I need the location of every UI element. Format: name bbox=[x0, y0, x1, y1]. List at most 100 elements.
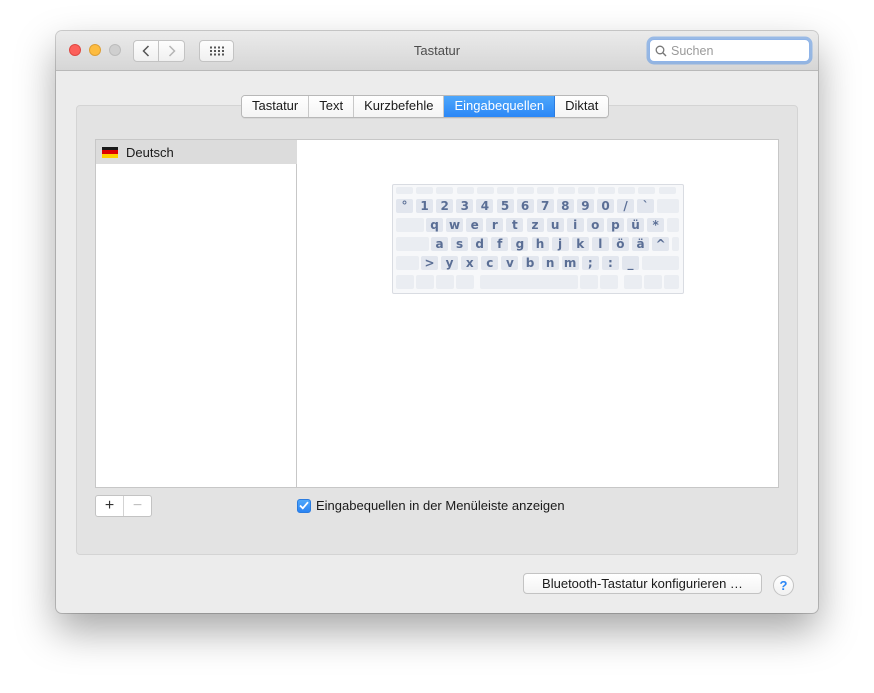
keyboard-key: / bbox=[617, 199, 635, 213]
keyboard-key: t bbox=[506, 218, 524, 232]
keyboard-key: b bbox=[521, 256, 539, 270]
help-button[interactable]: ? bbox=[773, 575, 794, 596]
function-key bbox=[658, 187, 676, 194]
keyboard-key: c bbox=[481, 256, 499, 270]
keyboard-key: d bbox=[471, 237, 489, 251]
keyboard-key-blank bbox=[456, 275, 474, 289]
keyboard-key: y bbox=[441, 256, 459, 270]
keyboard-key: m bbox=[561, 256, 579, 270]
checkmark-icon bbox=[299, 501, 309, 510]
keyboard-layout-preview: ° 1 2 3 4 5 6 7 8 9 0/` q w e r t z u i o p ü * a s d f g h j k l ö ä ^ > y x… bbox=[392, 184, 684, 294]
keyboard-key: s bbox=[451, 237, 469, 251]
keyboard-key: > bbox=[421, 256, 438, 270]
keyboard-preferences-window: Tastatur Tastatur Text Kurzbefehle Einga… bbox=[56, 31, 818, 613]
keyboard-key: 4 bbox=[476, 199, 494, 213]
keyboard-preview-panel: ° 1 2 3 4 5 6 7 8 9 0/` q w e r t z u i o p ü * a s d f g h j k l ö ä ^ > y x… bbox=[297, 139, 779, 488]
keyboard-key: ° bbox=[396, 199, 413, 213]
keyboard-key: v bbox=[501, 256, 519, 270]
search-icon bbox=[655, 45, 667, 56]
remove-source-button[interactable]: − bbox=[123, 496, 151, 516]
keyboard-key: 0 bbox=[597, 199, 614, 213]
add-remove-control: + − bbox=[95, 495, 152, 517]
keyboard-key: g bbox=[511, 237, 529, 251]
function-key bbox=[497, 187, 514, 194]
input-sources-list[interactable]: Deutsch bbox=[95, 139, 297, 488]
search-field[interactable] bbox=[649, 39, 810, 62]
keyboard-key: k bbox=[571, 237, 589, 251]
keyboard-key: 6 bbox=[516, 199, 534, 213]
tab-text[interactable]: Text bbox=[309, 96, 355, 117]
add-source-button[interactable]: + bbox=[96, 496, 123, 516]
function-key bbox=[396, 187, 413, 194]
list-item[interactable]: Deutsch bbox=[96, 140, 297, 164]
keyboard-key: _ bbox=[622, 256, 639, 270]
keyboard-key: 7 bbox=[536, 199, 554, 213]
keyboard-key: ^ bbox=[652, 237, 670, 251]
keyboard-key: ä bbox=[632, 237, 649, 251]
keyboard-key: l bbox=[591, 237, 609, 251]
function-key bbox=[517, 187, 535, 194]
search-input[interactable] bbox=[671, 43, 801, 58]
keyboard-key-blank bbox=[664, 275, 679, 289]
keyboard-key: o bbox=[586, 218, 604, 232]
keyboard-key: 2 bbox=[436, 199, 454, 213]
function-key bbox=[436, 187, 454, 194]
keyboard-key: f bbox=[491, 237, 509, 251]
keyboard-key: : bbox=[601, 256, 619, 270]
keyboard-key-blank bbox=[600, 275, 618, 289]
keyboard-key-blank bbox=[436, 275, 454, 289]
keyboard-key: r bbox=[486, 218, 504, 232]
keyboard-key: e bbox=[466, 218, 484, 232]
keyboard-key: 3 bbox=[456, 199, 474, 213]
keyboard-key: 8 bbox=[556, 199, 574, 213]
tab-tastatur[interactable]: Tastatur bbox=[242, 96, 310, 117]
keyboard-key: i bbox=[566, 218, 584, 232]
show-in-menubar-label: Eingabequellen in der Menüleiste anzeige… bbox=[316, 498, 565, 513]
function-key bbox=[577, 187, 595, 194]
keyboard-key-blank bbox=[396, 275, 414, 289]
tab-eingabequellen[interactable]: Eingabequellen bbox=[444, 96, 556, 117]
keyboard-key: x bbox=[461, 256, 479, 270]
function-key bbox=[557, 187, 575, 194]
tab-diktat[interactable]: Diktat bbox=[555, 96, 609, 117]
keyboard-key: j bbox=[551, 237, 569, 251]
function-key bbox=[416, 187, 434, 194]
keyboard-key-blank bbox=[624, 275, 642, 289]
function-key bbox=[598, 187, 615, 194]
keyboard-key: z bbox=[526, 218, 544, 232]
keyboard-key: a bbox=[431, 237, 448, 251]
function-key bbox=[537, 187, 555, 194]
keyboard-key-blank bbox=[396, 237, 429, 251]
keyboard-key: q bbox=[426, 218, 443, 232]
tab-kurzbefehle[interactable]: Kurzbefehle bbox=[354, 96, 445, 117]
tab-bar: Tastatur Text Kurzbefehle Eingabequellen… bbox=[241, 95, 610, 118]
keyboard-key: ` bbox=[637, 199, 655, 213]
bluetooth-keyboard-setup-button[interactable]: Bluetooth-Tastatur konfigurieren … bbox=[523, 573, 762, 594]
show-in-menubar-option[interactable]: Eingabequellen in der Menüleiste anzeige… bbox=[297, 498, 565, 513]
function-key bbox=[618, 187, 636, 194]
function-key bbox=[476, 187, 494, 194]
keyboard-key-blank bbox=[416, 275, 434, 289]
keyboard-key: * bbox=[647, 218, 665, 232]
function-key bbox=[456, 187, 474, 194]
source-label: Deutsch bbox=[126, 144, 174, 160]
show-in-menubar-checkbox[interactable] bbox=[297, 498, 311, 513]
keyboard-key: u bbox=[546, 218, 564, 232]
function-key bbox=[638, 187, 656, 194]
keyboard-key-blank bbox=[580, 275, 598, 289]
german-flag-icon bbox=[102, 146, 118, 158]
keyboard-key: 5 bbox=[496, 199, 514, 213]
title-bar: Tastatur bbox=[56, 31, 818, 71]
keyboard-key-blank bbox=[396, 256, 419, 270]
keyboard-key: p bbox=[606, 218, 624, 232]
keyboard-key: ; bbox=[581, 256, 599, 270]
keyboard-key: ü bbox=[627, 218, 644, 232]
keyboard-key: w bbox=[446, 218, 464, 232]
keyboard-key-blank bbox=[657, 199, 679, 213]
keyboard-key: 9 bbox=[576, 199, 594, 213]
keyboard-key-blank bbox=[667, 218, 679, 232]
keyboard-key: 1 bbox=[416, 199, 434, 213]
keyboard-key-blank bbox=[480, 275, 578, 289]
keyboard-key: ö bbox=[611, 237, 629, 251]
keyboard-key-blank bbox=[672, 237, 679, 251]
